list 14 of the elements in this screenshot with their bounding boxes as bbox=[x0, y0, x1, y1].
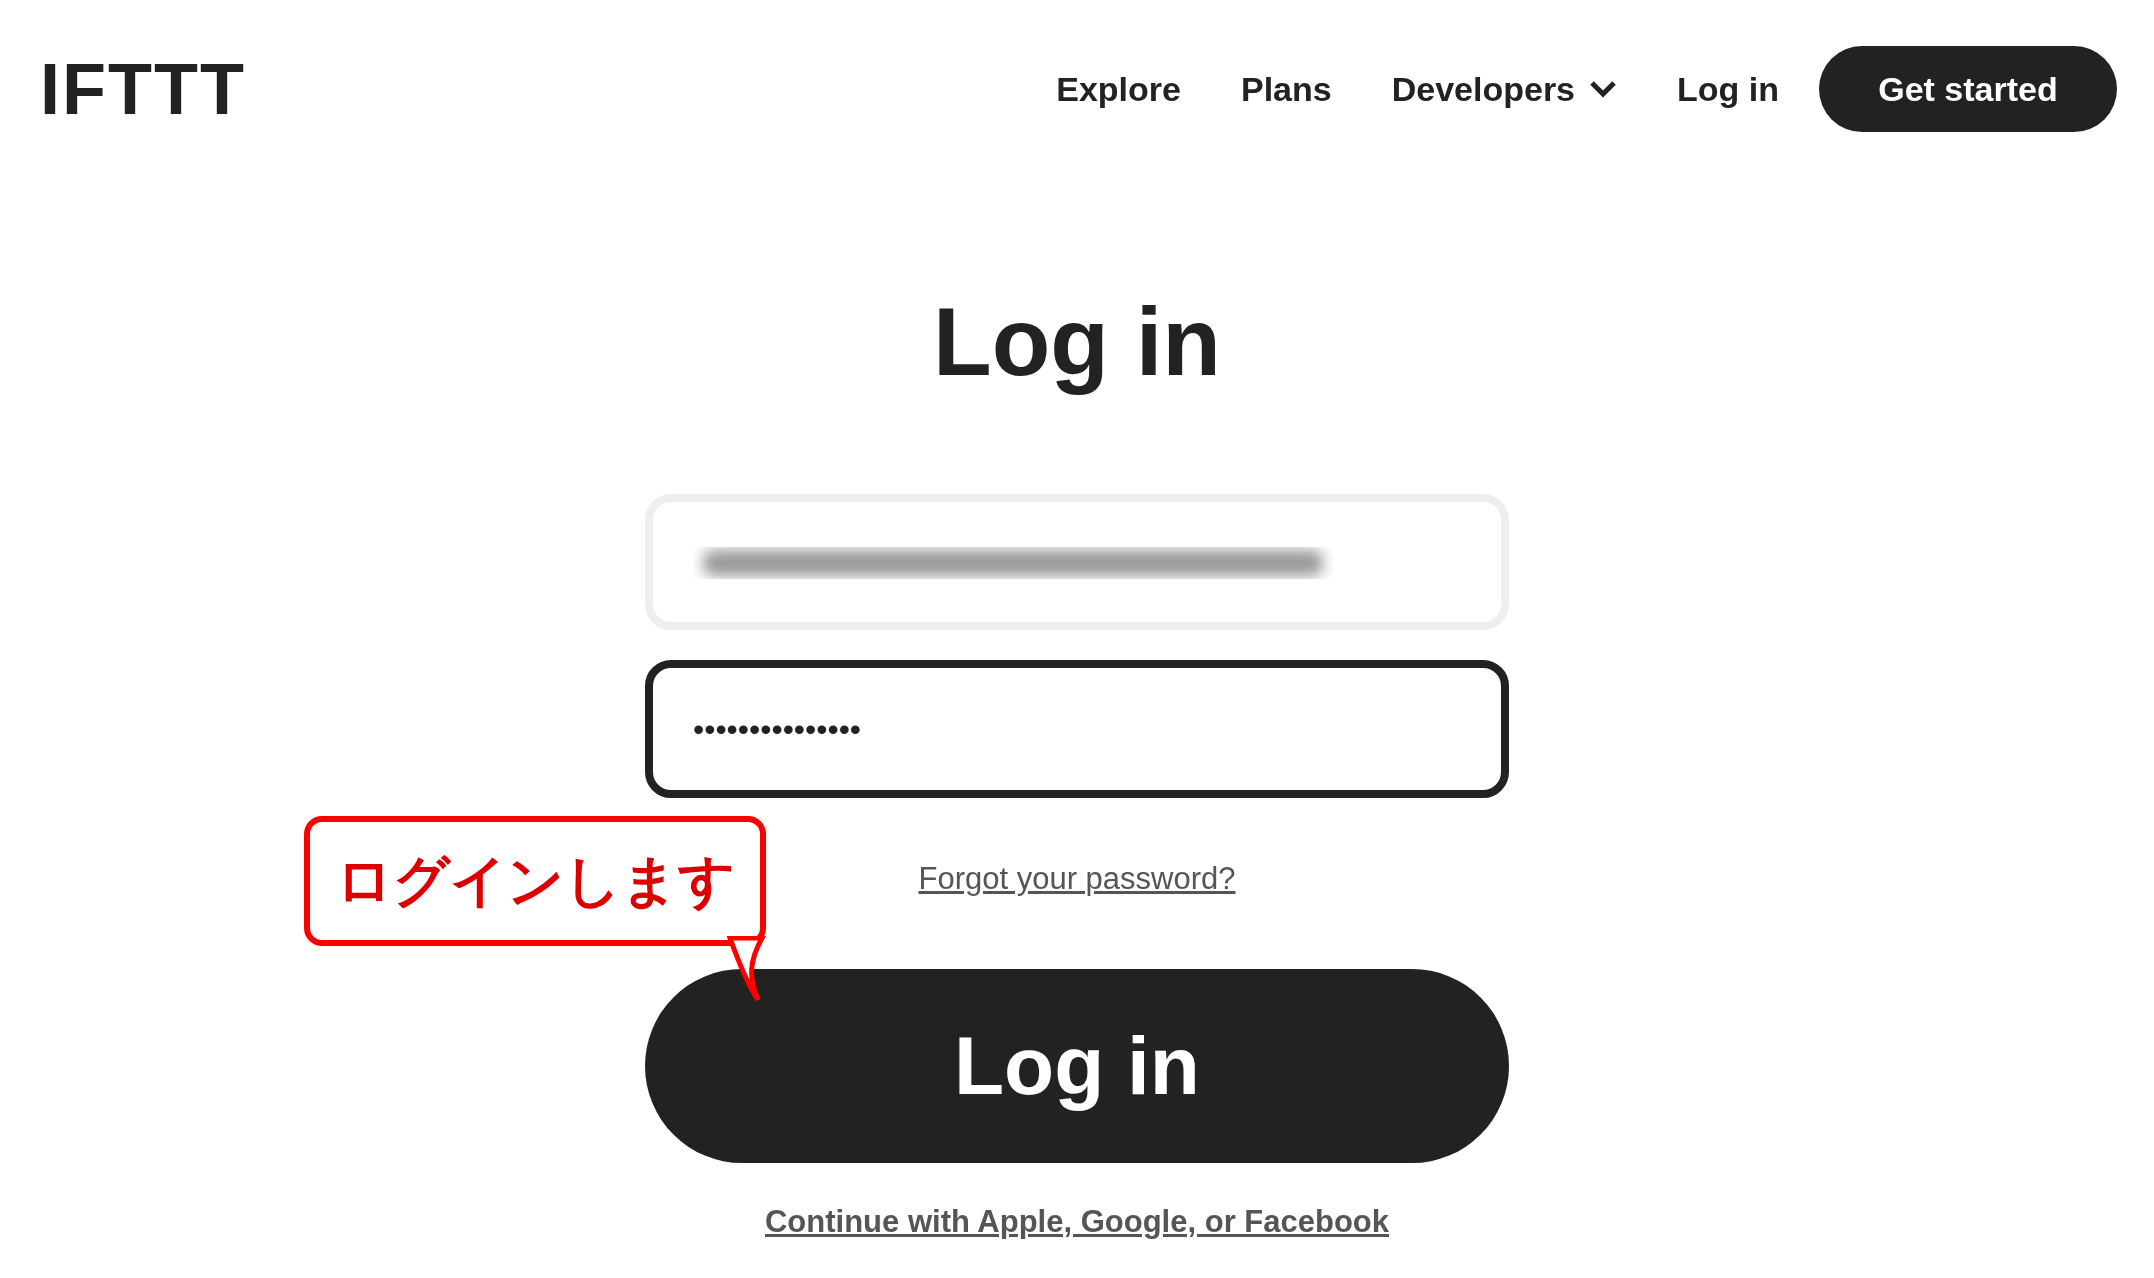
page-title: Log in bbox=[933, 287, 1221, 397]
login-button[interactable]: Log in bbox=[645, 968, 1509, 1163]
chevron-down-icon bbox=[1589, 79, 1618, 99]
nav-link[interactable]: Plans bbox=[1241, 63, 1332, 115]
callout-text: ログインします bbox=[335, 847, 735, 915]
nav-link[interactable]: Explore bbox=[1056, 63, 1181, 115]
social-login-link[interactable]: Continue with Apple, Google, or Facebook bbox=[765, 1202, 1389, 1242]
email-field[interactable] bbox=[645, 494, 1509, 630]
logo[interactable]: IFTTT bbox=[40, 53, 246, 125]
nav-dropdown[interactable]: Developers bbox=[1391, 63, 1618, 115]
get-started-button[interactable]: Get started bbox=[1819, 46, 2117, 132]
password-field[interactable]: ••••••••••••••• bbox=[645, 660, 1509, 798]
nav-link[interactable]: Log in bbox=[1677, 63, 1779, 115]
forgot-password-link[interactable]: Forgot your password? bbox=[918, 860, 1236, 899]
